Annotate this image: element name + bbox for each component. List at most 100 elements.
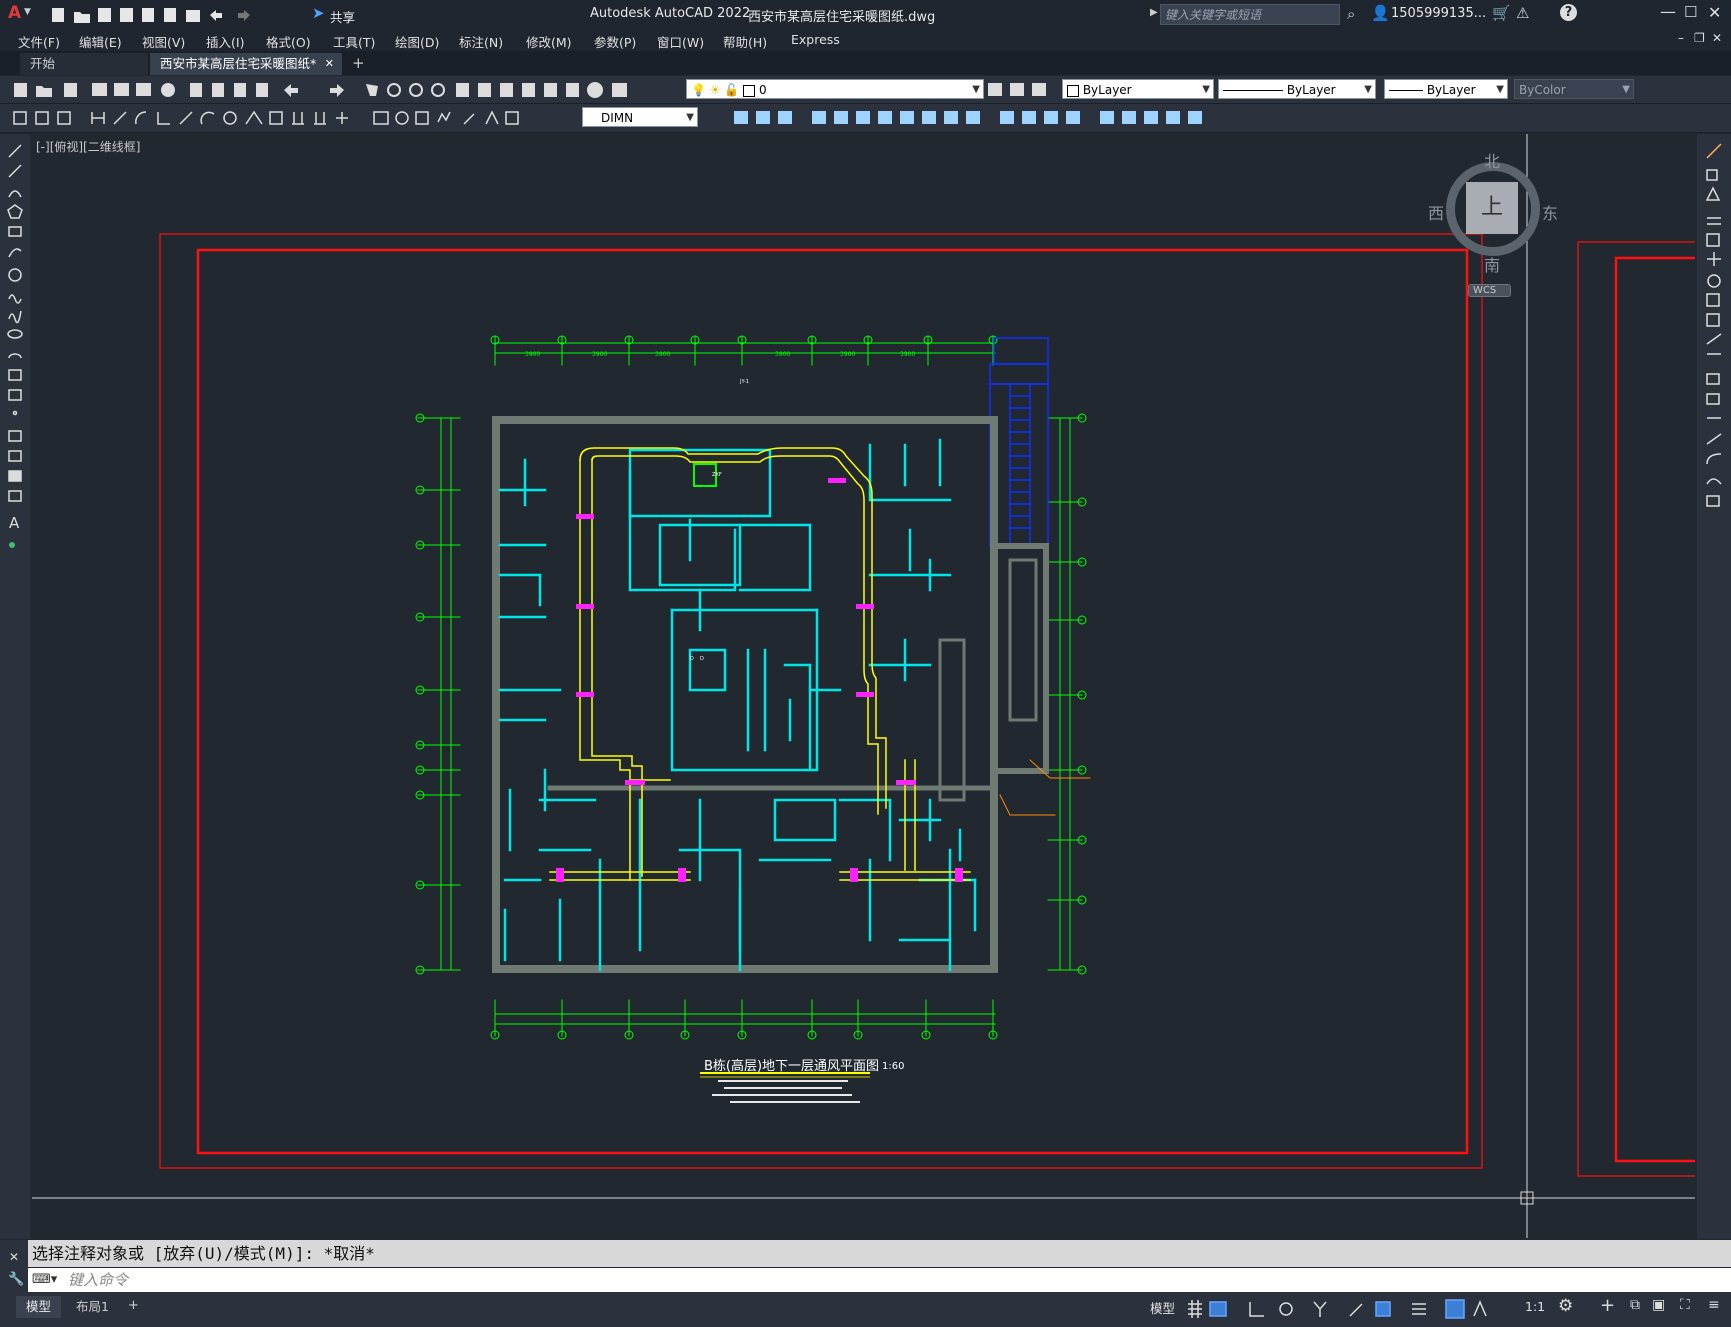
layer-states-icon [1032,83,1046,96]
tab-close-icon[interactable]: ✕ [325,53,334,75]
multiline-text-icon[interactable]: A [9,514,20,532]
object-snap-tracking-icon [1313,1301,1327,1317]
layer-properties-icon [612,83,627,97]
menu-insert[interactable]: 插入(I) [206,32,244,51]
tab-layout1[interactable]: 布局1 [68,1296,117,1318]
tab-start[interactable]: 开始 [20,53,148,75]
customization-icon[interactable]: ≡ [1708,1297,1720,1313]
svg-text:3900: 3900 [655,351,670,358]
viewcube-north[interactable]: 北 [1484,148,1500,172]
settings-gear-icon[interactable]: ⚙ [1558,1296,1573,1316]
add-layout-button[interactable]: + [128,1298,139,1313]
save-web-icon [164,8,176,22]
isodraft-icon [1349,1303,1363,1317]
menu-edit[interactable]: 编辑(E) [79,32,122,51]
chevron-down-icon: ▼ [1202,84,1210,95]
open-icon [74,12,90,23]
tab-model[interactable]: 模型 [16,1296,62,1318]
dimstyle-dropdown[interactable]: DIMN ▼ [582,107,698,127]
menu-view[interactable]: 视图(V) [142,32,185,51]
app-menu-button[interactable]: A [8,3,21,23]
plotstyle-dropdown[interactable]: ByColor ▼ [1514,79,1634,99]
menu-help[interactable]: 帮助(H) [723,32,767,51]
user-name[interactable]: 1505999135... [1391,6,1486,21]
share-icon[interactable]: ➤ [312,4,325,22]
chevron-down-icon: ▼ [1364,84,1372,95]
user-icon[interactable]: 👤 [1371,4,1390,22]
trim-icon [922,111,936,124]
app-menu-dropdown-icon[interactable]: ▼ [24,7,31,17]
copy-icon [1706,169,1718,181]
add-icon[interactable]: + [1600,1295,1615,1316]
command-prompt-icon[interactable]: ⌨▾ [32,1268,57,1292]
new-icon [14,83,27,97]
publish-icon [136,83,151,96]
file-tab-bar: 开始 西安市某高层住宅采暖图纸* ✕ + [0,51,1731,75]
menu-modify[interactable]: 修改(M) [526,32,572,51]
menu-window[interactable]: 窗口(W) [657,32,704,51]
viewcube-face-top[interactable]: 上 [1466,182,1518,234]
doc-close-icon[interactable]: ✕ [1712,31,1722,45]
menu-parametric[interactable]: 参数(P) [594,32,636,51]
ellipse-icon [7,329,23,339]
menu-dimension[interactable]: 标注(N) [459,32,503,51]
menu-format[interactable]: 格式(O) [266,32,311,51]
chevron-down-icon: ▼ [1496,84,1504,95]
close-icon[interactable]: ✕ [1708,3,1721,22]
menu-express[interactable]: Express [791,32,840,47]
menu-tools[interactable]: 工具(T) [333,32,375,51]
viewcube[interactable]: 上 北 南 西 东 WCS [1412,148,1572,298]
menu-file[interactable]: 文件(F) [18,32,60,51]
maximize-icon[interactable]: ☐ [1684,3,1697,21]
grid-icon [1188,1300,1202,1318]
clean-screen-icon[interactable]: ⛶ [1680,1297,1690,1313]
dimension-toolbar: DIMN ▼ [0,104,1731,133]
quickcalc-icon [566,83,579,97]
rotate-icon [1707,274,1721,288]
color-swatch [1067,84,1079,97]
insert-block-icon [8,369,22,381]
inspect-icon [415,111,429,125]
search-expand-icon[interactable]: ▶ [1150,7,1158,18]
angular-dim-icon [245,110,263,125]
fillet-icon [1706,453,1722,465]
command-grip[interactable]: ✕ 🔧 [0,1240,28,1292]
isolate-objects-icon[interactable]: ⧉ [1630,1297,1640,1313]
search-icon[interactable]: ⌕ [1347,5,1355,23]
share-button[interactable]: 共享 [330,7,355,26]
save-as-icon [120,8,133,22]
viewcube-west[interactable]: 西 [1428,200,1444,224]
linetype-dropdown[interactable]: ByLayer ▼ [1218,79,1376,99]
plot-preview-icon [114,83,129,96]
annotation-scale[interactable]: 1:1 [1525,1299,1545,1314]
ordinate-dim-icon [157,112,170,125]
viewcube-south[interactable]: 南 [1484,252,1500,276]
autodesk-app-icon[interactable]: ⚠ [1516,4,1529,22]
dimstyle-value: DIMN [601,111,634,125]
tab-drawing[interactable]: 西安市某高层住宅采暖图纸* ✕ [150,53,342,75]
ungroup-icon [1122,111,1136,124]
minimize-icon[interactable]: — [1660,2,1676,21]
search-input[interactable]: 键入关键字或短语 [1160,4,1340,25]
hardware-acceleration-icon[interactable]: ▣ [1652,1297,1665,1313]
open-icon [36,86,52,97]
help-icon[interactable]: ? [1560,4,1577,21]
lineweight-dropdown[interactable]: ByLayer ▼ [1384,79,1508,99]
viewcube-east[interactable]: 东 [1542,200,1558,224]
lineweight-value: ByLayer [1426,83,1476,97]
layer-dropdown[interactable]: 💡 ☀ 🔓 0 ▼ [686,79,984,99]
color-dropdown[interactable]: ByLayer ▼ [1062,79,1214,99]
cart-icon[interactable]: 🛒 [1492,4,1511,22]
viewport-label[interactable]: [-][俯视][二维线框] [36,138,140,155]
drawing-canvas[interactable]: [-][俯视][二维线框] JY-1 ZXF D D 3900 3900 390… [32,134,1695,1238]
doc-restore-icon[interactable]: ❐ [1694,31,1705,45]
model-space-button[interactable]: 模型 [1150,1298,1175,1317]
command-input[interactable]: ⌨▾ 键入命令 [28,1268,1731,1292]
command-customize-icon[interactable]: 🔧 [8,1272,24,1287]
doc-minimize-icon[interactable]: – [1678,31,1684,45]
join-icon [1066,111,1080,124]
menu-draw[interactable]: 绘图(D) [395,32,439,51]
wcs-menu[interactable]: WCS [1468,284,1512,297]
command-close-icon[interactable]: ✕ [9,1250,19,1264]
new-tab-button[interactable]: + [352,54,365,72]
